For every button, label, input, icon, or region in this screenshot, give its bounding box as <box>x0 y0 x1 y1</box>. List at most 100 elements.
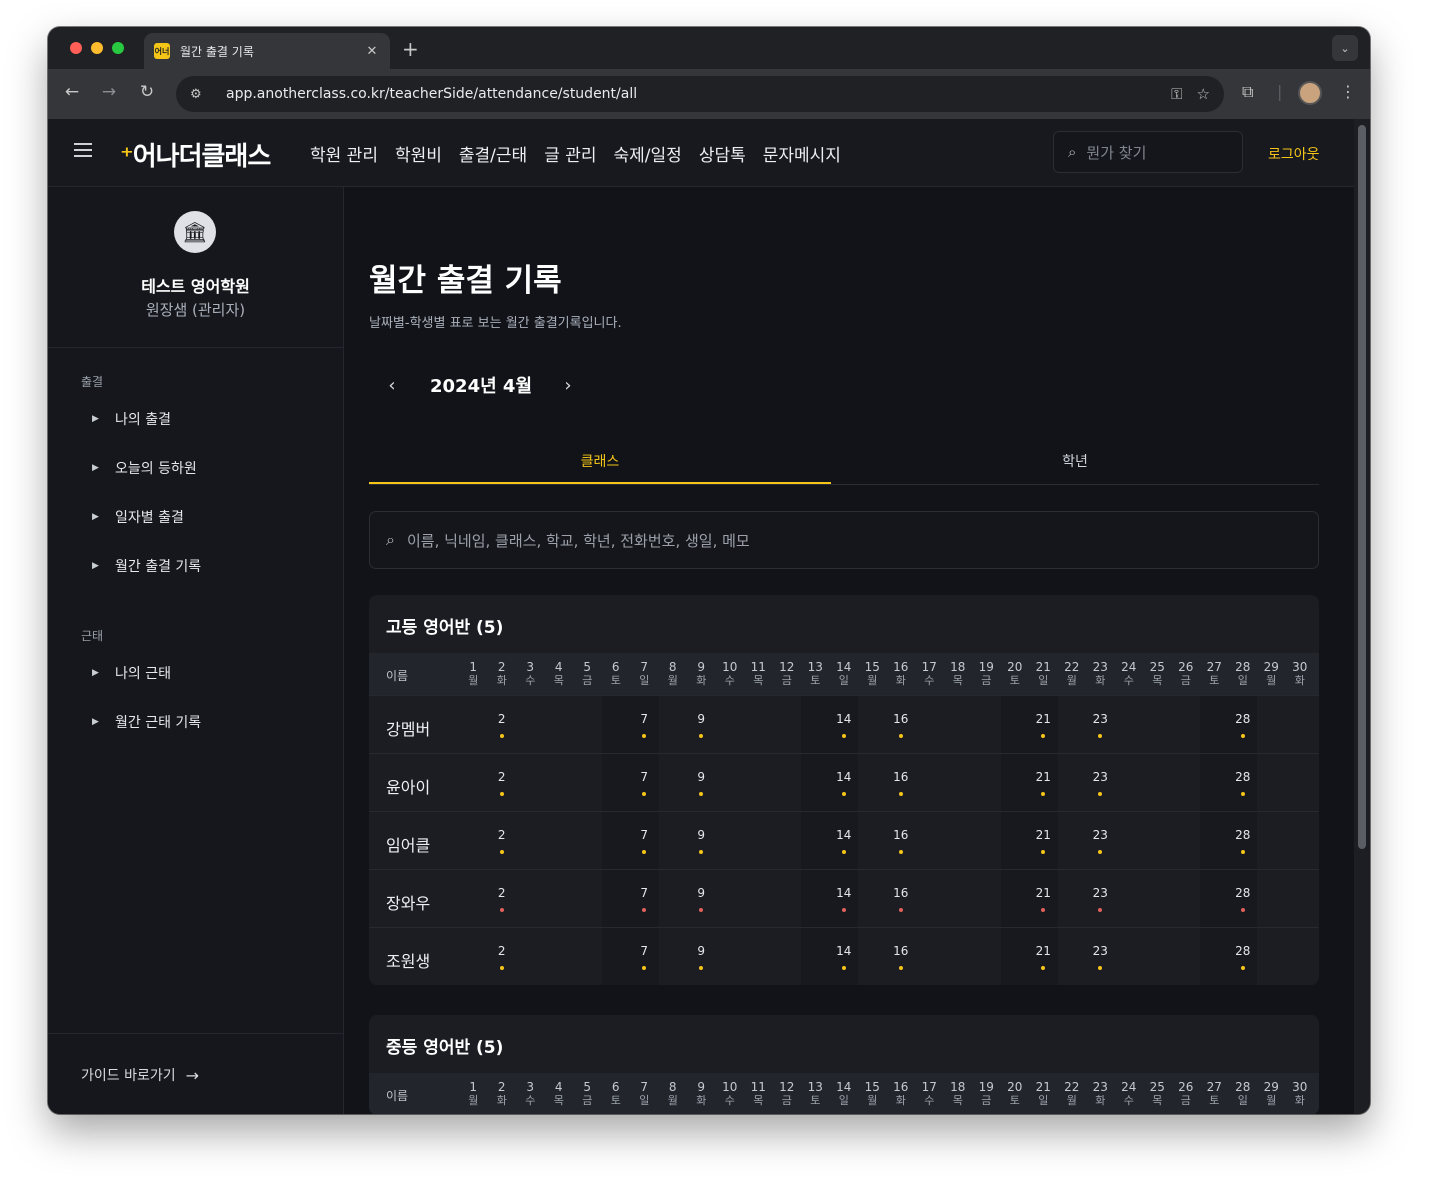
nav-item-academy[interactable]: 학원 관리 <box>310 141 378 166</box>
attendance-cell[interactable] <box>1172 812 1201 869</box>
attendance-cell[interactable]: 7 <box>630 812 659 869</box>
attendance-cell[interactable] <box>1257 812 1286 869</box>
attendance-cell[interactable]: 21 <box>1029 812 1058 869</box>
attendance-cell[interactable] <box>801 870 830 927</box>
attendance-cell[interactable] <box>858 928 887 985</box>
tab-search-chevron-icon[interactable]: ⌄ <box>1332 35 1358 61</box>
attendance-cell[interactable] <box>1200 696 1229 753</box>
attendance-cell[interactable] <box>573 696 602 753</box>
guide-link[interactable]: 가이드 바로가기 → <box>81 1065 199 1085</box>
attendance-cell[interactable] <box>545 812 574 869</box>
attendance-cell[interactable] <box>1172 754 1201 811</box>
attendance-cell[interactable] <box>1115 754 1144 811</box>
attendance-cell[interactable] <box>573 812 602 869</box>
attendance-cell[interactable] <box>545 928 574 985</box>
student-row[interactable]: 장와우 2 7 9 14 16 21 23 28 <box>369 869 1319 927</box>
password-key-icon[interactable]: ⚿ <box>1171 85 1182 103</box>
attendance-cell[interactable]: 2 <box>488 928 517 985</box>
attendance-cell[interactable] <box>858 812 887 869</box>
attendance-cell[interactable] <box>1286 754 1315 811</box>
attendance-cell[interactable] <box>1257 928 1286 985</box>
attendance-cell[interactable] <box>1172 696 1201 753</box>
attendance-cell[interactable]: 23 <box>1086 696 1115 753</box>
attendance-cell[interactable] <box>1000 928 1029 985</box>
sidebar-item-my-work[interactable]: ▶ 나의 근태 <box>92 663 171 683</box>
browser-tab[interactable]: 어너 월간 출결 기록 ✕ <box>144 33 390 69</box>
attendance-cell[interactable] <box>545 754 574 811</box>
site-info-icon[interactable]: ⚙ <box>190 87 214 102</box>
attendance-cell[interactable] <box>801 754 830 811</box>
attendance-cell[interactable] <box>516 696 545 753</box>
close-tab-icon[interactable]: ✕ <box>364 44 380 59</box>
attendance-cell[interactable] <box>516 754 545 811</box>
attendance-cell[interactable] <box>972 928 1001 985</box>
attendance-cell[interactable]: 14 <box>829 812 858 869</box>
attendance-cell[interactable]: 9 <box>687 696 716 753</box>
student-row[interactable]: 조원생 2 7 9 14 16 21 23 28 <box>369 927 1319 985</box>
attendance-cell[interactable] <box>1000 696 1029 753</box>
attendance-cell[interactable] <box>601 870 630 927</box>
sidebar-item-my-attendance[interactable]: ▶ 나의 출결 <box>92 409 171 429</box>
attendance-cell[interactable] <box>459 696 488 753</box>
attendance-cell[interactable] <box>773 754 802 811</box>
attendance-cell[interactable]: 7 <box>630 928 659 985</box>
attendance-cell[interactable]: 7 <box>630 870 659 927</box>
attendance-cell[interactable] <box>1115 696 1144 753</box>
attendance-cell[interactable] <box>601 928 630 985</box>
attendance-cell[interactable] <box>944 870 973 927</box>
attendance-cell[interactable]: 21 <box>1029 754 1058 811</box>
attendance-cell[interactable] <box>744 870 773 927</box>
attendance-cell[interactable] <box>744 696 773 753</box>
attendance-cell[interactable] <box>1058 696 1087 753</box>
attendance-cell[interactable]: 28 <box>1228 754 1257 811</box>
attendance-cell[interactable]: 23 <box>1086 812 1115 869</box>
maximize-window-button[interactable] <box>112 42 124 54</box>
attendance-cell[interactable] <box>1058 870 1087 927</box>
global-search-input[interactable]: ⌕ 뭔가 찾기 <box>1053 131 1243 173</box>
attendance-cell[interactable] <box>944 812 973 869</box>
nav-item-attendance[interactable]: 출결/근태 <box>459 141 527 166</box>
close-window-button[interactable] <box>70 42 82 54</box>
attendance-cell[interactable]: 9 <box>687 870 716 927</box>
attendance-cell[interactable] <box>516 812 545 869</box>
attendance-cell[interactable]: 21 <box>1029 696 1058 753</box>
attendance-cell[interactable] <box>1143 696 1172 753</box>
attendance-cell[interactable] <box>773 696 802 753</box>
back-icon[interactable]: ← <box>60 82 84 102</box>
attendance-cell[interactable]: 16 <box>887 870 916 927</box>
scrollbar-thumb[interactable] <box>1358 125 1366 849</box>
attendance-cell[interactable] <box>1200 928 1229 985</box>
attendance-cell[interactable] <box>601 812 630 869</box>
attendance-cell[interactable] <box>1172 870 1201 927</box>
tab-class[interactable]: 클래스 <box>369 433 831 484</box>
attendance-cell[interactable] <box>1143 754 1172 811</box>
profile-avatar[interactable] <box>1298 81 1322 105</box>
attendance-cell[interactable] <box>858 870 887 927</box>
attendance-cell[interactable]: 14 <box>829 696 858 753</box>
attendance-cell[interactable] <box>545 870 574 927</box>
attendance-cell[interactable] <box>1058 812 1087 869</box>
attendance-cell[interactable] <box>659 696 688 753</box>
attendance-cell[interactable]: 23 <box>1086 754 1115 811</box>
attendance-cell[interactable] <box>1200 754 1229 811</box>
attendance-cell[interactable]: 9 <box>687 754 716 811</box>
attendance-cell[interactable] <box>573 754 602 811</box>
attendance-cell[interactable] <box>459 812 488 869</box>
attendance-cell[interactable]: 23 <box>1086 928 1115 985</box>
attendance-cell[interactable] <box>1000 812 1029 869</box>
attendance-cell[interactable]: 14 <box>829 870 858 927</box>
attendance-cell[interactable] <box>1286 696 1315 753</box>
attendance-cell[interactable] <box>516 870 545 927</box>
hamburger-menu-icon[interactable] <box>74 143 92 161</box>
attendance-cell[interactable]: 2 <box>488 754 517 811</box>
attendance-cell[interactable] <box>773 812 802 869</box>
reload-icon[interactable]: ↻ <box>135 82 159 102</box>
attendance-cell[interactable]: 21 <box>1029 870 1058 927</box>
attendance-cell[interactable] <box>1058 754 1087 811</box>
attendance-cell[interactable] <box>1257 870 1286 927</box>
attendance-cell[interactable]: 28 <box>1228 928 1257 985</box>
attendance-cell[interactable] <box>659 870 688 927</box>
attendance-cell[interactable] <box>1143 812 1172 869</box>
attendance-cell[interactable] <box>1172 928 1201 985</box>
attendance-cell[interactable]: 16 <box>887 754 916 811</box>
